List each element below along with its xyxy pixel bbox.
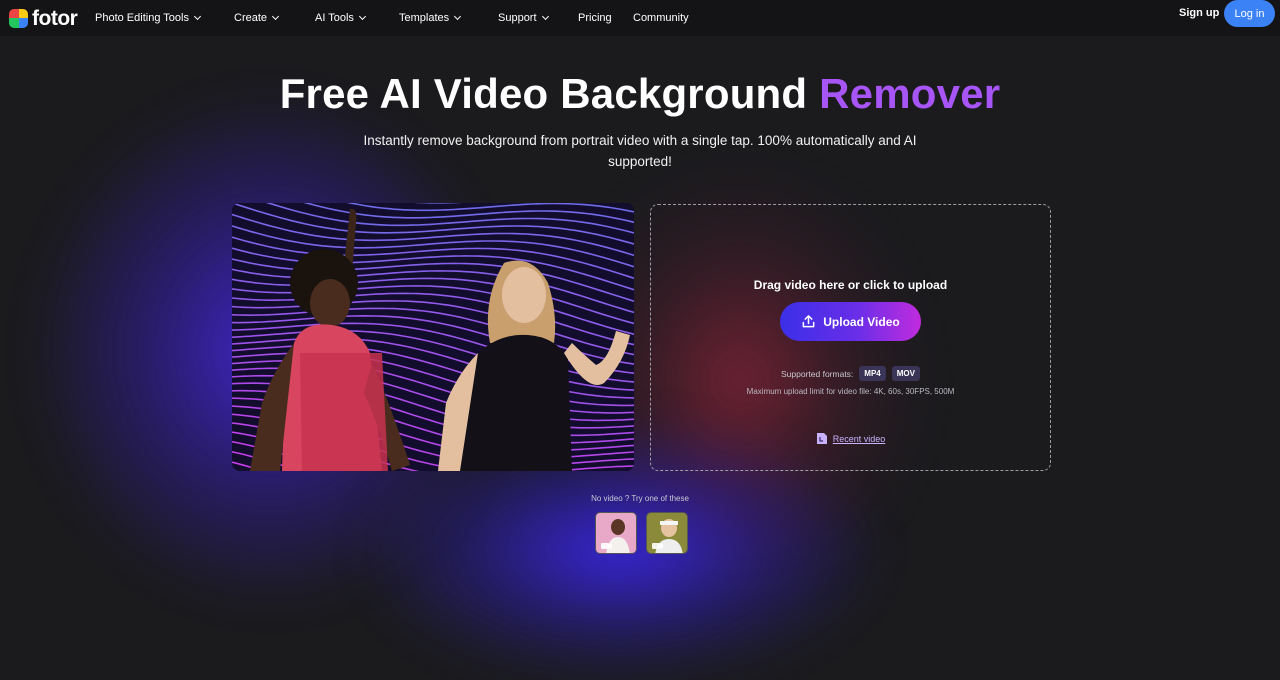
- supported-formats: Supported formats: MP4 MOV: [651, 366, 1050, 381]
- upload-dropzone[interactable]: Drag video here or click to upload Uploa…: [650, 204, 1051, 471]
- nav-create[interactable]: Create: [234, 0, 280, 36]
- file-icon: [816, 433, 827, 444]
- logo-text: fotor: [32, 6, 78, 30]
- nav-ai-tools[interactable]: AI Tools: [315, 0, 366, 36]
- nav-photo-editing-tools[interactable]: Photo Editing Tools: [95, 0, 202, 36]
- chevron-down-icon: [358, 12, 366, 21]
- sample-video-image: [647, 513, 687, 553]
- nav-pricing[interactable]: Pricing: [578, 0, 612, 36]
- format-badge-mp4: MP4: [859, 366, 886, 381]
- nav-label: Community: [633, 12, 689, 24]
- chevron-down-icon: [271, 12, 280, 21]
- log-in-button[interactable]: Log in: [1224, 0, 1275, 27]
- top-navbar: fotor Photo Editing Tools Create AI Tool…: [0, 0, 1280, 36]
- page-subtitle: Instantly remove background from portrai…: [363, 133, 917, 169]
- sample-video-image: [596, 513, 636, 553]
- fotor-logo[interactable]: fotor: [9, 8, 89, 29]
- upload-button-label: Upload Video: [823, 314, 900, 329]
- nav-label: AI Tools: [315, 12, 354, 24]
- upload-icon: [802, 315, 815, 328]
- upload-limit-text: Maximum upload limit for video file: 4K,…: [746, 387, 955, 396]
- dancing-women-image: [250, 208, 630, 471]
- sample-video-thumbnail-2[interactable]: [646, 512, 688, 554]
- nav-community[interactable]: Community: [633, 0, 689, 36]
- title-accent: Remover: [819, 70, 1001, 117]
- chevron-down-icon: [541, 12, 549, 21]
- recent-video-label: Recent video: [832, 433, 886, 444]
- page-title: Free AI Video Background Remover: [0, 70, 1280, 118]
- sign-up-link[interactable]: Sign up: [1179, 0, 1219, 27]
- recent-video-link[interactable]: Recent video: [651, 432, 1050, 445]
- sample-video-thumbnail-1[interactable]: [595, 512, 637, 554]
- sample-videos-prompt: No video ? Try one of these: [591, 494, 689, 503]
- upload-video-button[interactable]: Upload Video: [780, 302, 921, 341]
- nav-templates[interactable]: Templates: [399, 0, 462, 36]
- formats-label: Supported formats:: [781, 368, 854, 379]
- demo-video-preview: [232, 203, 634, 471]
- fotor-logo-icon: [9, 8, 28, 28]
- nav-label: Templates: [399, 12, 450, 24]
- format-badge-mov: MOV: [891, 366, 920, 381]
- nav-label: Pricing: [578, 12, 612, 24]
- nav-label: Create: [234, 12, 268, 24]
- nav-label: Photo Editing Tools: [95, 12, 189, 24]
- nav-support[interactable]: Support: [498, 0, 549, 36]
- title-main: Free AI Video Background: [279, 70, 820, 117]
- nav-label: Support: [498, 12, 537, 24]
- chevron-down-icon: [454, 12, 462, 21]
- drag-drop-text: Drag video here or click to upload: [753, 278, 948, 292]
- chevron-down-icon: [193, 12, 202, 21]
